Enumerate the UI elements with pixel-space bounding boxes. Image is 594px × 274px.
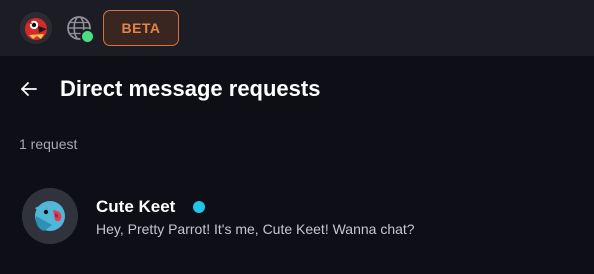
message-request-item[interactable]: Cute Keet Hey, Pretty Parrot! It's me, C… xyxy=(8,178,586,254)
sender-name: Cute Keet xyxy=(96,197,176,216)
back-button[interactable] xyxy=(16,76,42,102)
sender-avatar xyxy=(22,188,78,244)
online-status-dot xyxy=(80,29,95,44)
network-status[interactable] xyxy=(66,15,95,44)
request-count: 1 request xyxy=(19,136,78,152)
message-preview: Hey, Pretty Parrot! It's me, Cute Keet! … xyxy=(96,221,415,237)
keet-avatar-icon xyxy=(22,188,78,244)
page-title: Direct message requests xyxy=(60,76,321,101)
beta-badge[interactable]: BETA xyxy=(103,10,179,46)
user-avatar[interactable] xyxy=(20,12,52,44)
top-bar: BETA xyxy=(0,0,594,56)
status-badge xyxy=(193,201,205,213)
parrot-avatar-icon xyxy=(20,12,52,44)
arrow-left-icon xyxy=(21,82,37,96)
